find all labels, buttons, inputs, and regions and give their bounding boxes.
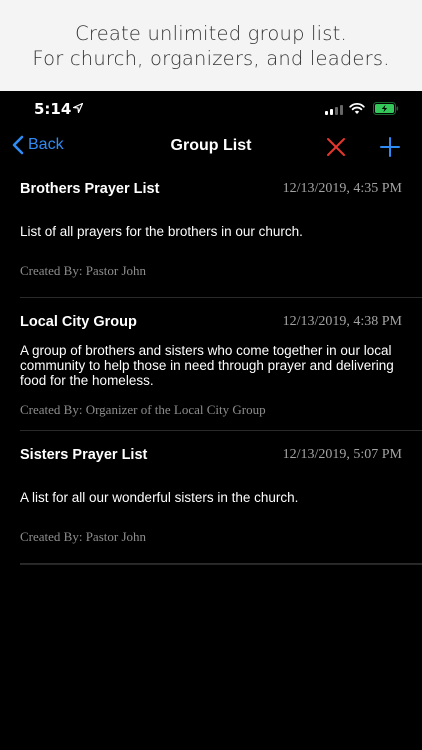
group-date: 12/13/2019, 4:38 PM (282, 314, 402, 329)
status-time: 5:14 (34, 100, 72, 118)
group-created-by: Created By: Pastor John (20, 263, 147, 278)
navigation-bar: Back Group List (0, 131, 422, 165)
promo-line-1: Create unlimited group list. (75, 21, 347, 45)
empty-row-divider (20, 564, 422, 696)
promo-banner: Create unlimited group list. For church,… (0, 0, 422, 91)
group-date: 12/13/2019, 5:07 PM (282, 447, 402, 462)
group-description: A group of brothers and sisters who come… (20, 343, 394, 388)
page-title: Group List (170, 137, 252, 154)
group-name: Sisters Prayer List (20, 447, 148, 463)
group-description: List of all prayers for the brothers in … (20, 224, 303, 239)
group-name: Brothers Prayer List (20, 181, 160, 197)
battery-charging-icon (373, 102, 399, 115)
group-list: Brothers Prayer List 12/13/2019, 4:35 PM… (0, 165, 422, 564)
group-name: Local City Group (20, 314, 137, 330)
group-date: 12/13/2019, 4:35 PM (282, 181, 402, 196)
plus-icon[interactable] (379, 136, 401, 158)
list-item[interactable]: Sisters Prayer List 12/13/2019, 5:07 PM … (20, 431, 422, 564)
status-bar: 5:14 (0, 91, 422, 131)
location-arrow-icon (73, 103, 83, 113)
group-created-by: Created By: Organizer of the Local City … (20, 402, 266, 417)
group-description: A list for all our wonderful sisters in … (20, 490, 299, 505)
wifi-icon (349, 102, 365, 114)
group-created-by: Created By: Pastor John (20, 529, 147, 544)
list-item[interactable]: Brothers Prayer List 12/13/2019, 4:35 PM… (20, 165, 422, 298)
empty-rows (20, 564, 422, 696)
x-icon[interactable] (325, 136, 347, 158)
promo-line-2: For church, organizers, and leaders. (32, 46, 390, 70)
list-item[interactable]: Local City Group 12/13/2019, 4:38 PM A g… (20, 298, 422, 431)
phone-screen: 5:14 Back Group List Brothers Prayer Lis… (0, 91, 422, 750)
signal-icon (325, 105, 343, 115)
